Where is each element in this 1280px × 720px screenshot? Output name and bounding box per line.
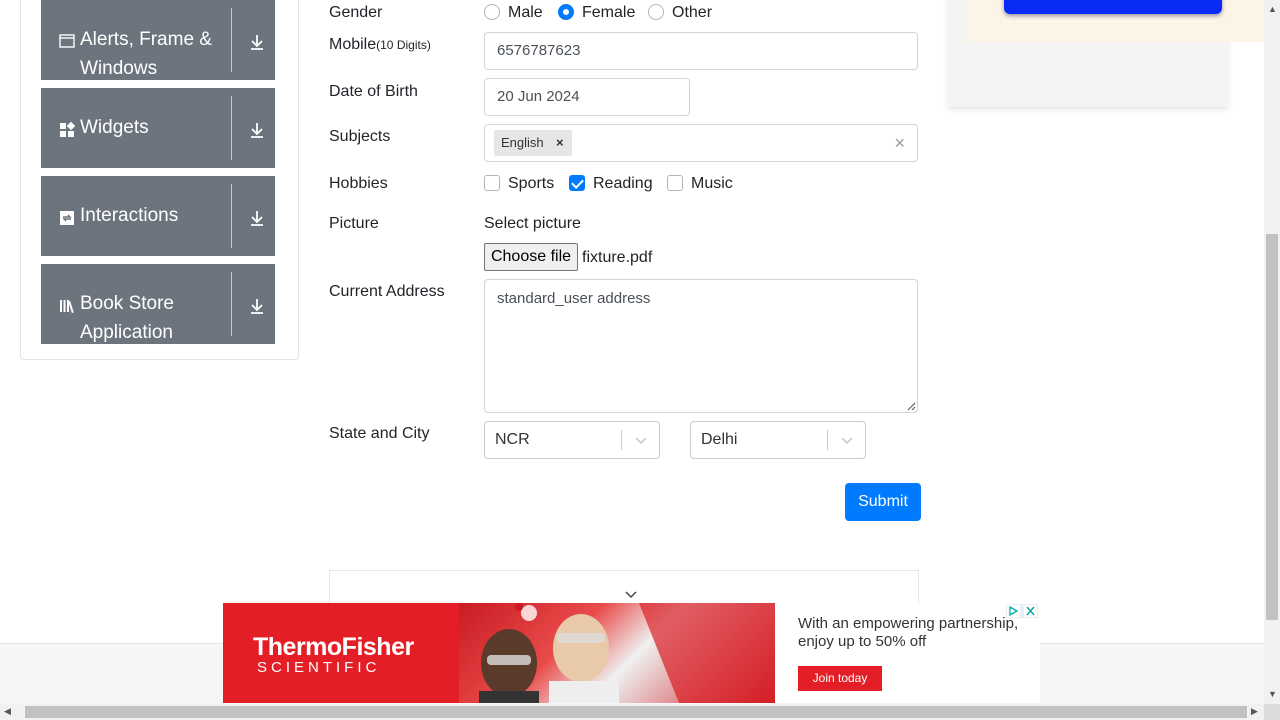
download-arrow-icon[interactable] (248, 297, 266, 315)
scroll-down-arrow-icon[interactable]: ▼ (1268, 689, 1277, 699)
chevron-down-icon[interactable] (624, 589, 638, 599)
hobby-reading-label[interactable]: Reading (593, 175, 653, 193)
horizontal-scroll-thumb[interactable] (25, 706, 1247, 718)
subjects-clear-icon[interactable]: × (894, 125, 905, 161)
picture-label: Picture (329, 215, 379, 232)
sidebar-group-title: Widgets (80, 117, 149, 138)
submit-button[interactable]: Submit (845, 483, 921, 521)
download-arrow-icon[interactable] (248, 209, 266, 227)
hobby-reading-checkbox[interactable] (569, 175, 585, 191)
hobby-music-label[interactable]: Music (691, 175, 733, 193)
download-arrow-icon[interactable] (248, 121, 266, 139)
right-ad-card (948, 0, 1266, 107)
sidebar-group-title: Book Store (80, 293, 174, 314)
card-action-button[interactable] (1004, 0, 1222, 14)
gender-other-label[interactable]: Other (672, 4, 712, 22)
hobby-music-checkbox[interactable] (667, 175, 683, 191)
scroll-right-arrow-icon[interactable]: ▶ (1251, 706, 1258, 717)
chevron-down-icon[interactable] (634, 433, 648, 447)
sidebar-group-title: Alerts, Frame & (80, 29, 212, 50)
select-separator (827, 430, 828, 450)
divider (231, 96, 232, 160)
resize-handle-icon[interactable] (906, 401, 916, 411)
file-name: fixture.pdf (582, 249, 653, 266)
chevron-down-icon[interactable] (840, 433, 854, 447)
scroll-left-arrow-icon[interactable]: ◀ (4, 706, 11, 717)
hobby-sports-checkbox[interactable] (484, 175, 500, 191)
interactions-icon (60, 211, 74, 225)
select-separator (621, 430, 622, 450)
current-address-textarea[interactable]: standard_user address (484, 279, 918, 413)
mobile-label: Mobile(10 Digits) (329, 36, 431, 54)
choose-file-button[interactable]: Choose file (484, 243, 578, 271)
state-value: NCR (495, 431, 530, 448)
subject-chip: English × (494, 130, 572, 156)
window-icon (59, 34, 75, 48)
subject-chip-label: English (501, 135, 544, 150)
ad-banner[interactable]: ThermoFisher SCIENTIFIC With an empoweri… (223, 603, 1040, 703)
vertical-scroll-thumb[interactable] (1266, 234, 1278, 620)
sidebar-group-alerts[interactable]: Alerts, Frame & Windows (41, 0, 275, 80)
mobile-label-text: Mobile (329, 36, 377, 53)
city-value: Delhi (701, 431, 738, 448)
dob-input[interactable]: 20 Jun 2024 (484, 78, 690, 116)
subjects-label: Subjects (329, 128, 391, 145)
join-today-button[interactable]: Join today (798, 666, 882, 691)
divider (231, 184, 232, 248)
gender-male-radio[interactable] (484, 4, 500, 20)
gender-radio-group: Male Female Other (484, 0, 884, 24)
download-arrow-icon[interactable] (248, 33, 266, 51)
hobby-sports-label[interactable]: Sports (508, 175, 554, 193)
city-select[interactable]: Delhi (690, 421, 866, 459)
sidebar-group-title-line2: Application (80, 322, 173, 343)
ad-banner-image[interactable]: ThermoFisher SCIENTIFIC (223, 603, 775, 703)
gender-female-radio[interactable] (558, 4, 574, 20)
ad-text: With an empowering partnership, enjoy up… (798, 615, 1019, 650)
vertical-scrollbar[interactable]: ▲ ▼ (1264, 0, 1280, 704)
ad-brand-logo: ThermoFisher (253, 633, 414, 661)
address-label: Current Address (329, 283, 445, 300)
horizontal-scrollbar[interactable]: ◀ ▶ (0, 704, 1264, 720)
state-select[interactable]: NCR (484, 421, 660, 459)
sidebar-group-title: Interactions (80, 205, 179, 226)
ad-photo (459, 603, 775, 703)
scrollbar-corner (1264, 704, 1280, 720)
gender-other-radio[interactable] (648, 4, 664, 20)
gender-label: Gender (329, 4, 383, 21)
widgets-icon (60, 122, 75, 137)
books-icon (60, 300, 74, 314)
dob-label: Date of Birth (329, 83, 418, 100)
sidebar-group-widgets[interactable]: Widgets (41, 88, 275, 168)
ad-brand-tagline: SCIENTIFIC (257, 659, 381, 676)
mobile-input[interactable]: 6576787623 (484, 32, 918, 70)
sidebar-group-book-store[interactable]: Book Store Application (41, 264, 275, 344)
sidebar-group-title-line2: Windows (80, 58, 158, 79)
scroll-up-arrow-icon[interactable]: ▲ (1268, 4, 1277, 14)
chip-remove-icon[interactable]: × (556, 130, 564, 156)
ad-scientists-illustration (479, 603, 775, 703)
select-picture-caption: Select picture (484, 215, 581, 232)
sidebar-group-interactions[interactable]: Interactions (41, 176, 275, 256)
gender-female-label[interactable]: Female (582, 4, 635, 22)
divider (231, 8, 232, 72)
divider (231, 272, 232, 336)
hobbies-label: Hobbies (329, 175, 388, 192)
state-city-label: State and City (329, 425, 430, 442)
mobile-hint: (10 Digits) (376, 38, 431, 52)
gender-male-label[interactable]: Male (508, 4, 543, 22)
adchoices-icon[interactable] (1006, 604, 1038, 618)
